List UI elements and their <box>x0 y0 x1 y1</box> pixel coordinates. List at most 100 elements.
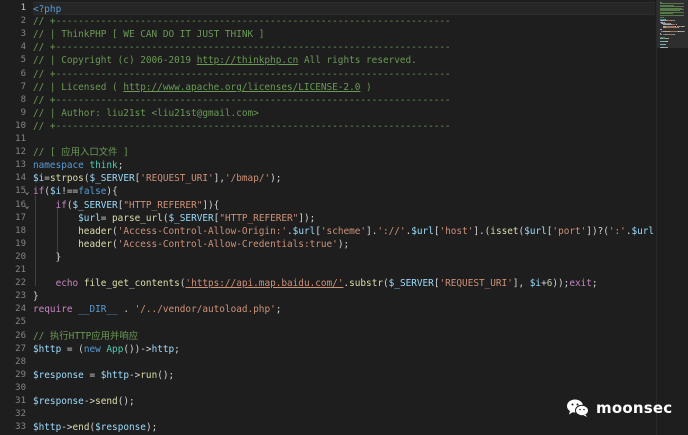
code-token: ); <box>270 173 282 185</box>
code-token: 'https://api.map.baidu.com/' <box>185 278 344 290</box>
code-token: All rights reserved. <box>298 55 417 67</box>
code-line[interactable]: // +------------------------------------… <box>33 15 451 28</box>
line-number[interactable]: 5 <box>0 54 26 67</box>
code-token: file_get_contents <box>83 278 180 290</box>
code-token: $response <box>33 396 84 407</box>
code-line[interactable]: if($i!==false){ <box>33 185 118 198</box>
code-token: // 执行HTTP应用并响应 <box>33 330 139 342</box>
line-number[interactable]: 2 <box>0 15 26 28</box>
code-token: $http <box>33 343 62 355</box>
line-number[interactable]: 10 <box>0 120 26 133</box>
line-number[interactable]: 11 <box>0 133 26 146</box>
code-token: 'REQUEST_URI' <box>140 173 214 185</box>
line-number[interactable]: 4 <box>0 41 26 54</box>
line-number[interactable]: 21 <box>0 264 26 277</box>
fold-chevron-icon[interactable]: ⌄ <box>22 185 32 198</box>
code-line[interactable]: $i=strpos($_SERVER['REQUEST_URI'],'/bmap… <box>33 172 281 185</box>
code-line[interactable]: $response = $http->run(); <box>33 369 174 382</box>
code-line[interactable]: echo file_get_contents('https://api.map.… <box>33 277 598 290</box>
line-number[interactable]: 19 <box>0 238 26 251</box>
code-token: ; <box>174 343 180 355</box>
line-number[interactable]: 24 <box>0 303 26 316</box>
code-line[interactable]: } <box>33 251 62 264</box>
minimap-line <box>674 34 675 36</box>
code-token: $i <box>529 278 542 290</box>
code-token: $response <box>33 369 84 381</box>
code-token: '://' <box>377 225 406 237</box>
line-number[interactable]: 14 <box>0 172 26 185</box>
line-number[interactable]: 32 <box>0 408 26 421</box>
code-token: -> <box>83 396 96 407</box>
code-token: 'Access-Control-Allow-Origin:' <box>117 225 288 237</box>
code-line[interactable]: // [ 应用入口文件 ] <box>33 146 129 159</box>
code-token: echo <box>55 278 79 290</box>
code-token: '/bmap/' <box>224 173 271 185</box>
line-number-gutter[interactable]: 1 2 3 4 5 6 7 8 9 10 11 12 13 14 15 16 17 18 19 20 21 22 23 24 2… <box>0 0 26 435</box>
code-token: 'host' <box>439 225 474 237</box>
code-token: ; <box>117 160 124 172</box>
code-line[interactable]: $http->end($response); <box>33 421 157 434</box>
minimap-line <box>664 27 678 29</box>
line-number[interactable]: 26 <box>0 330 26 343</box>
line-number[interactable]: 31 <box>0 395 26 408</box>
code-line[interactable]: namespace think; <box>33 159 123 172</box>
code-line[interactable]: header('Access-Control-Allow-Credentials… <box>33 238 349 251</box>
code-line[interactable]: // | Author: liu21st <liu21st@gmail.com> <box>33 107 259 120</box>
line-number[interactable]: 17 <box>0 212 26 225</box>
code-line[interactable]: $response->send(); <box>33 395 135 408</box>
fold-chevron-icon[interactable]: ⌄ <box>22 199 32 212</box>
line-number[interactable]: 29 <box>0 369 26 382</box>
code-token: // | Licensed ( <box>33 81 124 93</box>
code-line[interactable]: // +------------------------------------… <box>33 120 451 133</box>
code-line[interactable]: // | ThinkPHP [ WE CAN DO IT JUST THINK … <box>33 28 264 41</box>
code-line[interactable]: // | Licensed ( http://www.apache.org/li… <box>33 81 372 94</box>
line-number[interactable]: 20 <box>0 251 26 264</box>
code-line[interactable]: // 执行HTTP应用并响应 <box>33 330 138 343</box>
code-line[interactable]: $http = (new App())->http; <box>33 343 180 356</box>
line-number[interactable]: 18 <box>0 225 26 238</box>
code-line[interactable]: // +------------------------------------… <box>33 94 451 107</box>
code-token: $http <box>100 369 129 381</box>
code-token: header <box>78 238 113 250</box>
line-number[interactable]: 3 <box>0 28 26 41</box>
code-line[interactable]: if($_SERVER["HTTP_REFERER"]){ <box>33 199 220 212</box>
line-number[interactable]: 6 <box>0 68 26 81</box>
line-number[interactable]: 1 <box>0 2 26 15</box>
code-token: 'Access-Control-Allow-Credentials:true' <box>117 238 338 250</box>
minimap-line <box>677 27 679 29</box>
code-token: require <box>33 304 73 316</box>
code-token: __DIR__ <box>78 304 118 316</box>
line-number[interactable]: 9 <box>0 107 26 120</box>
line-number[interactable]: 30 <box>0 382 26 395</box>
code-token: $response <box>95 422 146 434</box>
line-number[interactable]: 13 <box>0 159 26 172</box>
code-line[interactable]: <?php <box>33 2 655 15</box>
minimap-line <box>665 34 675 36</box>
code-area[interactable]: <?php// +-------------------------------… <box>33 0 655 435</box>
code-line[interactable]: header('Access-Control-Allow-Origin:'.$u… <box>33 225 655 238</box>
code-line[interactable]: // +------------------------------------… <box>33 68 451 81</box>
line-number[interactable]: 28 <box>0 356 26 369</box>
line-number[interactable]: 7 <box>0 81 26 94</box>
watermark: moonsec <box>566 396 684 420</box>
line-number[interactable]: 25 <box>0 316 26 329</box>
line-number[interactable]: 27 <box>0 343 26 356</box>
line-number[interactable]: 8 <box>0 94 26 107</box>
code-line[interactable]: $url= parse_url($_SERVER["HTTP_REFERER"]… <box>33 212 315 225</box>
line-number[interactable]: 33 <box>0 421 26 434</box>
line-number[interactable]: 23 <box>0 290 26 303</box>
minimap-line <box>666 46 668 48</box>
code-line[interactable]: require __DIR__ . '/../vendor/autoload.p… <box>33 303 281 316</box>
code-line[interactable]: // | Copyright (c) 2006-2019 http://thin… <box>33 54 417 67</box>
code-token: isset <box>490 225 519 237</box>
line-number[interactable]: 12 <box>0 146 26 159</box>
code-line[interactable]: } <box>33 290 39 303</box>
minimap[interactable] <box>656 0 688 435</box>
line-number[interactable]: 22 <box>0 277 26 290</box>
code-token: $url <box>411 225 434 237</box>
code-editor[interactable]: 1 2 3 4 5 6 7 8 9 10 11 12 13 14 15 16 17 18 19 20 21 22 23 24 2… <box>0 0 688 435</box>
code-token: // +------------------------------------… <box>33 68 451 80</box>
code-line[interactable]: // +------------------------------------… <box>33 41 451 54</box>
code-token: ; <box>275 304 282 316</box>
code-token: . <box>117 304 135 316</box>
